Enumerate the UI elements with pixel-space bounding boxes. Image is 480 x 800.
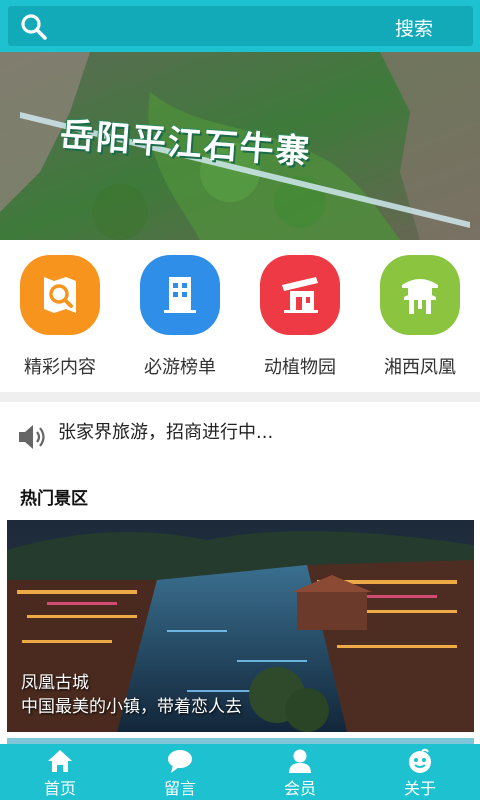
gate-tower-icon[interactable]: [380, 255, 460, 335]
tab-label: 首页: [43, 779, 76, 798]
chat-icon: [168, 750, 192, 773]
quick-nav-item-zoo[interactable]: 动植物园: [240, 240, 360, 392]
notice-text: 张家界旅游，招商进行中...: [58, 422, 274, 443]
top-bar: 搜索: [0, 0, 480, 52]
home-icon: [48, 750, 72, 772]
search-button-label[interactable]: 搜索: [395, 14, 433, 41]
quick-nav-label: 湘西凤凰: [384, 357, 456, 378]
quick-nav-item-fenghuang[interactable]: 湘西凤凰: [360, 240, 480, 392]
tab-member[interactable]: 会员: [240, 744, 360, 800]
tab-label: 关于: [403, 779, 436, 798]
quick-nav: 精彩内容 必游榜单 动植物园 湘西凤凰: [0, 240, 480, 392]
tab-label: 留言: [163, 779, 196, 798]
tab-about[interactable]: 关于: [360, 744, 480, 800]
building-icon[interactable]: [140, 255, 220, 335]
search-box[interactable]: 搜索: [8, 6, 473, 46]
banner-carousel[interactable]: 岳阳平江石牛寨: [0, 52, 480, 240]
bottom-tab-bar: 首页 留言 会员 关于: [0, 744, 480, 800]
section-divider: [0, 392, 480, 402]
quick-nav-label: 动植物园: [264, 357, 336, 378]
about-icon: [409, 748, 431, 773]
quick-nav-item-ranking[interactable]: 必游榜单: [120, 240, 240, 392]
speaker-icon: [19, 425, 45, 449]
scenic-description: 中国最美的小镇，带着恋人去: [21, 697, 242, 717]
pavilion-icon[interactable]: [260, 255, 340, 335]
search-icon[interactable]: [20, 13, 48, 41]
user-icon: [289, 749, 311, 773]
quick-nav-label: 精彩内容: [24, 357, 96, 378]
quick-nav-item-content[interactable]: 精彩内容: [0, 240, 120, 392]
magnifier-map-icon[interactable]: [20, 255, 100, 335]
tab-home[interactable]: 首页: [0, 744, 120, 800]
notice-bar[interactable]: 张家界旅游，招商进行中...: [0, 402, 480, 464]
tab-label: 会员: [283, 779, 316, 798]
quick-nav-label: 必游榜单: [144, 357, 216, 378]
scenic-name: 凤凰古城: [21, 673, 89, 693]
scenic-card[interactable]: 凤凰古城 中国最美的小镇，带着恋人去: [7, 520, 474, 732]
tab-message[interactable]: 留言: [120, 744, 240, 800]
hot-section-title: 热门景区: [20, 489, 88, 509]
